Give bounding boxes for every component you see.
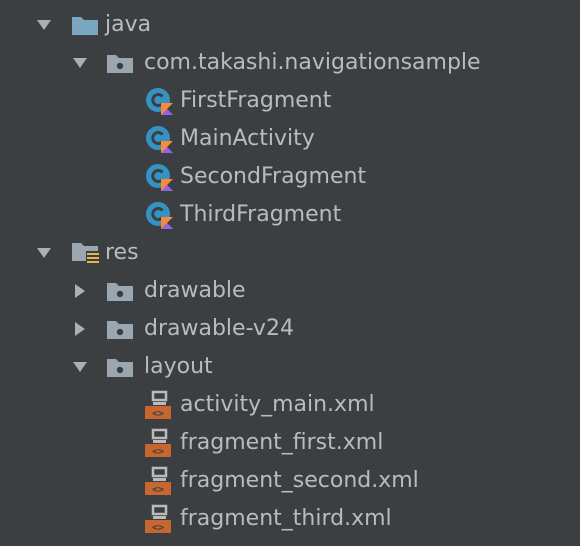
folder-icon bbox=[106, 280, 134, 302]
tree-node-second-fragment[interactable]: SecondFragment bbox=[0, 158, 580, 196]
tree-node-label: fragment_first.xml bbox=[180, 430, 384, 455]
tree-node-label: FirstFragment bbox=[180, 88, 332, 113]
layout-xml-icon: <> bbox=[144, 504, 172, 534]
tree-node-fragment-first-xml[interactable]: <> fragment_first.xml bbox=[0, 424, 580, 462]
folder-icon bbox=[106, 356, 134, 378]
tree-node-drawable-v24[interactable]: drawable-v24 bbox=[0, 310, 580, 348]
tree-node-label: drawable-v24 bbox=[144, 316, 294, 341]
tree-node-label: ThirdFragment bbox=[180, 202, 342, 227]
svg-text:<>: <> bbox=[152, 485, 164, 496]
svg-text:<>: <> bbox=[152, 409, 164, 420]
tree-node-layout[interactable]: layout bbox=[0, 348, 580, 386]
tree-node-label: java bbox=[105, 12, 152, 37]
svg-text:<>: <> bbox=[152, 523, 164, 534]
layout-xml-icon: <> bbox=[144, 428, 172, 458]
tree-node-label: fragment_third.xml bbox=[180, 506, 392, 531]
kotlin-class-icon bbox=[144, 162, 174, 192]
kotlin-class-icon bbox=[144, 124, 174, 154]
tree-node-main-activity[interactable]: MainActivity bbox=[0, 120, 580, 158]
layout-xml-icon: <> bbox=[144, 390, 172, 420]
expanded-arrow-icon[interactable] bbox=[34, 243, 54, 263]
tree-node-activity-main-xml[interactable]: <> activity_main.xml bbox=[0, 386, 580, 424]
tree-node-third-fragment[interactable]: ThirdFragment bbox=[0, 196, 580, 234]
tree-node-label: com.takashi.navigationsample bbox=[144, 50, 481, 75]
expanded-arrow-icon[interactable] bbox=[70, 357, 90, 377]
resource-folder-icon bbox=[71, 240, 101, 266]
tree-node-label: SecondFragment bbox=[180, 164, 367, 189]
tree-node-label: res bbox=[105, 240, 139, 265]
svg-text:<>: <> bbox=[152, 447, 164, 458]
tree-node-label: activity_main.xml bbox=[180, 392, 375, 417]
tree-node-package[interactable]: com.takashi.navigationsample bbox=[0, 44, 580, 82]
tree-node-res[interactable]: res bbox=[0, 234, 580, 272]
tree-node-java[interactable]: java bbox=[0, 6, 580, 44]
folder-icon bbox=[106, 318, 134, 340]
tree-node-label: layout bbox=[144, 354, 213, 379]
tree-node-fragment-third-xml[interactable]: <> fragment_third.xml bbox=[0, 500, 580, 538]
expanded-arrow-icon[interactable] bbox=[34, 15, 54, 35]
layout-xml-icon: <> bbox=[144, 466, 172, 496]
expanded-arrow-icon[interactable] bbox=[70, 53, 90, 73]
collapsed-arrow-icon[interactable] bbox=[70, 281, 90, 301]
tree-node-label: MainActivity bbox=[180, 126, 315, 151]
kotlin-class-icon bbox=[144, 200, 174, 230]
tree-node-label: fragment_second.xml bbox=[180, 468, 419, 493]
collapsed-arrow-icon[interactable] bbox=[70, 319, 90, 339]
tree-node-label: drawable bbox=[144, 278, 246, 303]
package-icon bbox=[106, 52, 134, 74]
source-folder-icon bbox=[71, 14, 99, 36]
tree-node-fragment-second-xml[interactable]: <> fragment_second.xml bbox=[0, 462, 580, 500]
tree-node-first-fragment[interactable]: FirstFragment bbox=[0, 82, 580, 120]
tree-node-drawable[interactable]: drawable bbox=[0, 272, 580, 310]
project-tree: java com.takashi.navigationsample FirstF… bbox=[0, 0, 580, 546]
kotlin-class-icon bbox=[144, 86, 174, 116]
